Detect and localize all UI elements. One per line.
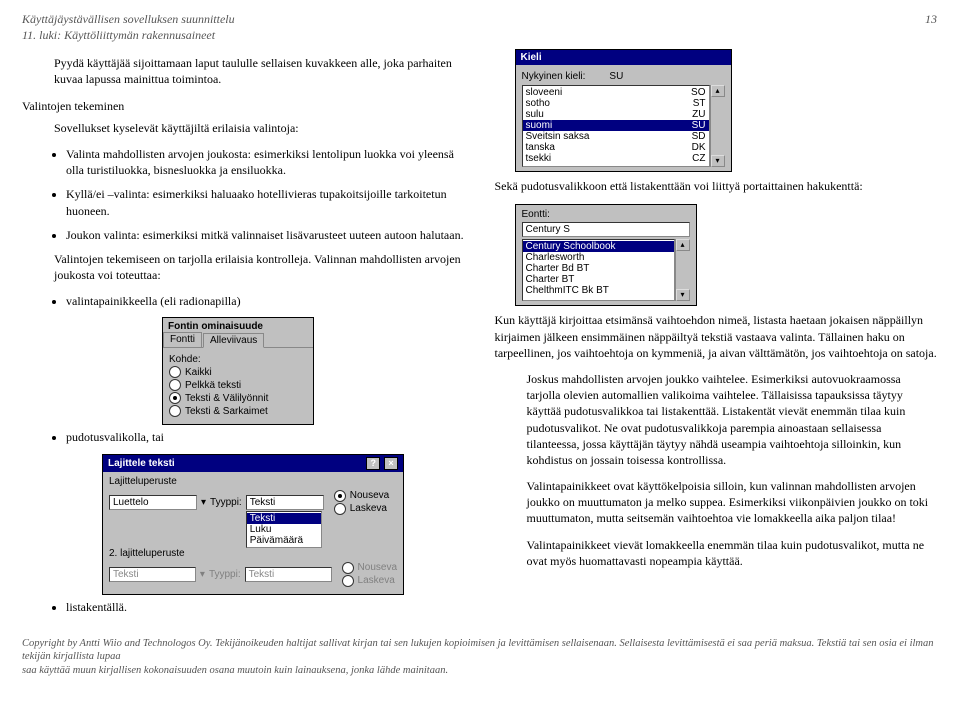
- left-bullet2: valintapainikkeella (eli radionapilla): [66, 293, 465, 309]
- help-icon[interactable]: ?: [366, 457, 380, 470]
- font-option: Charter Bd BT: [523, 263, 674, 274]
- left-bullet: Kyllä/ei –valinta: esimerkiksi haluaako …: [66, 186, 465, 218]
- fontprops-title: Fontin ominaisuude: [163, 318, 313, 332]
- header-title-2: 11. luki: Käyttöliittymän rakennusaineet: [22, 28, 235, 44]
- radio-nouseva[interactable]: Nouseva: [334, 490, 389, 502]
- list-item-selected: suomiSU: [523, 120, 709, 131]
- radio-kaikki[interactable]: Kaikki: [169, 366, 307, 378]
- fontprops-group-label: Kohde:: [169, 354, 307, 365]
- left-heading: Valintojen tekeminen: [22, 98, 465, 114]
- list-item: sloveeniSO: [523, 87, 709, 98]
- radio-laskeva-disabled: Laskeva: [342, 575, 397, 587]
- footer: Copyright by Antti Wiio and Technologos …: [22, 637, 937, 678]
- right-p2: Joskus mahdollisten arvojen joukko vaiht…: [527, 371, 938, 468]
- type-option[interactable]: Päivämäärä: [247, 535, 321, 546]
- sort-type-label-2: Tyyppi:: [209, 569, 241, 580]
- sort-dialog: Lajittele teksti ? × Lajitteluperuste Lu…: [102, 454, 404, 595]
- footer-line-1: Copyright by Antti Wiio and Technologos …: [22, 638, 933, 663]
- radio-teksti-valilyonnit[interactable]: Teksti & Välilyönnit: [169, 392, 307, 404]
- lang-title: Kieli: [521, 52, 542, 63]
- right-intro: Sekä pudotusvalikkoon että listakenttään…: [495, 178, 938, 194]
- tab-alleviivaus[interactable]: Alleviivaus: [203, 333, 264, 348]
- radio-teksti-sarkaimet[interactable]: Teksti & Sarkaimet: [169, 405, 307, 417]
- list-item: tsekkiCZ: [523, 153, 709, 164]
- radio-laskeva[interactable]: Laskeva: [334, 503, 389, 515]
- font-label: Eontti:: [522, 209, 690, 220]
- language-list[interactable]: sloveeniSO sothoST suluZU suomiSU Sveits…: [522, 85, 710, 167]
- list-item: suluZU: [523, 109, 709, 120]
- lang-current-label: Nykyinen kieli:: [522, 71, 586, 82]
- scroll-up-icon: ▴: [676, 239, 690, 251]
- sort-label-1: Lajitteluperuste: [109, 476, 397, 487]
- scroll-down-icon: ▾: [676, 289, 690, 301]
- left-p1: Sovellukset kyselevät käyttäjiltä erilai…: [54, 120, 465, 136]
- scrollbar[interactable]: ▴ ▾: [675, 239, 690, 301]
- left-p2: Valintojen tekemiseen on tarjolla erilai…: [54, 251, 465, 283]
- radio-nouseva-disabled: Nouseva: [342, 562, 397, 574]
- font-option: Charlesworth: [523, 252, 674, 263]
- page-number: 13: [925, 12, 937, 43]
- sort-label-2: 2. lajitteluperuste: [109, 548, 397, 559]
- sort-field-2: Teksti: [109, 567, 196, 582]
- list-item: sothoST: [523, 98, 709, 109]
- left-bullet: Valinta mahdollisten arvojen joukosta: e…: [66, 146, 465, 178]
- font-properties-dialog: Fontin ominaisuude Fontti Alleviivaus Ko…: [162, 317, 314, 425]
- sort-field-1[interactable]: Luettelo: [109, 495, 197, 510]
- tab-fontti[interactable]: Fontti: [163, 332, 202, 347]
- scroll-up-icon: ▴: [711, 85, 725, 97]
- left-bullet: Joukon valinta: esimerkiksi mitkä valinn…: [66, 227, 465, 243]
- sort-title: Lajittele teksti: [108, 458, 175, 469]
- language-dialog: Kieli Nykyinen kieli: SU sloveeniSO soth…: [515, 49, 732, 172]
- left-bullet2: pudotusvalikolla, tai: [66, 429, 465, 445]
- font-list[interactable]: Century Schoolbook Charlesworth Charter …: [522, 239, 675, 301]
- font-option: Charter BT: [523, 274, 674, 285]
- chevron-down-icon: ▾: [200, 569, 205, 580]
- sort-type-select[interactable]: Teksti: [246, 495, 324, 510]
- type-option[interactable]: Luku: [247, 524, 321, 535]
- scroll-down-icon: ▾: [711, 155, 725, 167]
- scrollbar[interactable]: ▴ ▾: [710, 85, 725, 167]
- type-option[interactable]: Teksti: [247, 513, 321, 524]
- font-option: ChelthmITC Bk BT: [523, 285, 674, 296]
- left-bullet2: listakentällä.: [66, 599, 465, 615]
- sort-type-2: Teksti: [245, 567, 332, 582]
- list-item: Sveitsin saksaSD: [523, 131, 709, 142]
- lang-current: SU: [609, 71, 623, 82]
- chevron-down-icon[interactable]: ▾: [201, 497, 206, 508]
- left-intro: Pyydä käyttäjää sijoittamaan laput taulu…: [54, 55, 465, 87]
- footer-line-2: saa käyttää muun kirjallisen kokonaisuud…: [22, 665, 448, 676]
- font-option: Century Schoolbook: [523, 241, 674, 252]
- titlebar-controls: ? ×: [365, 457, 398, 470]
- radio-pelkka-teksti[interactable]: Pelkkä teksti: [169, 379, 307, 391]
- right-p4: Valintapainikkeet vievät lomakkeella ene…: [527, 537, 938, 569]
- font-input[interactable]: Century S: [522, 222, 690, 237]
- right-p3: Valintapainikkeet ovat käyttökelpoisia s…: [527, 478, 938, 527]
- right-p1: Kun käyttäjä kirjoittaa etsimänsä vaihto…: [495, 312, 938, 361]
- page-header: Käyttäjäystävällisen sovelluksen suunnit…: [22, 12, 937, 43]
- font-combo: Eontti: Century S Century Schoolbook Cha…: [515, 204, 697, 306]
- list-item: tanskaDK: [523, 142, 709, 153]
- close-icon[interactable]: ×: [384, 457, 398, 470]
- header-title-1: Käyttäjäystävällisen sovelluksen suunnit…: [22, 12, 235, 28]
- sort-type-label: Tyyppi:: [210, 497, 242, 508]
